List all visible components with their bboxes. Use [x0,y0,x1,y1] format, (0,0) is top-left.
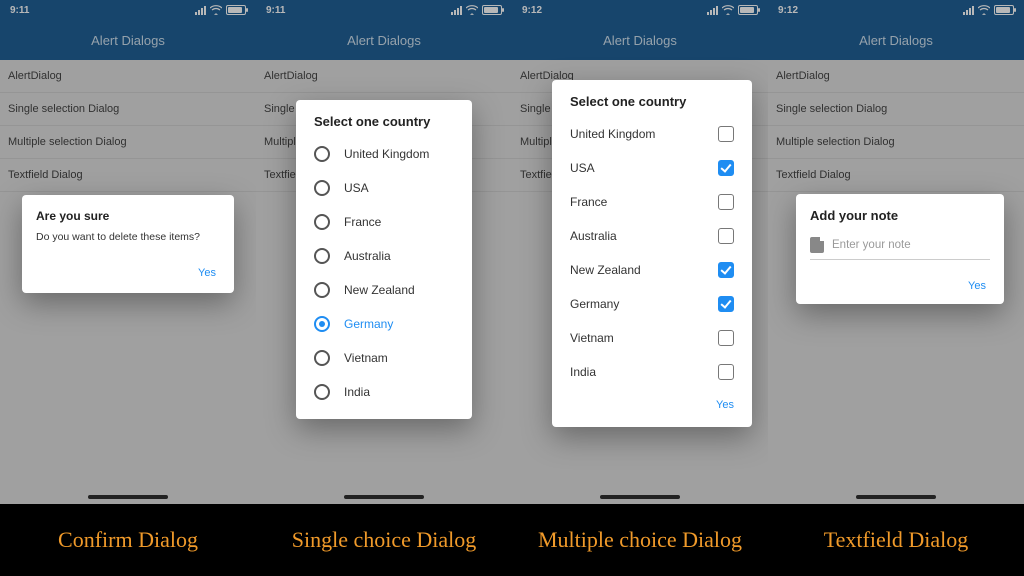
multi-select-dialog: Select one country United Kingdom USA Fr… [552,80,752,427]
radio-icon [314,214,330,230]
option-label: New Zealand [344,283,415,297]
checkbox-option[interactable]: France [552,185,752,219]
radio-icon [314,146,330,162]
option-label: USA [344,181,369,195]
phone-screen-confirm: 9:11 Alert Dialogs AlertDialog Single se… [0,0,256,504]
option-label: Vietnam [344,351,388,365]
phone-screen-multi: 9:12 Alert Dialogs AlertDialog Single Mu… [512,0,768,504]
radio-option[interactable]: Australia [296,239,472,273]
option-label: India [570,365,596,379]
radio-icon [314,350,330,366]
home-indicator[interactable] [600,495,680,499]
dialog-message: Do you want to delete these items? [36,231,220,243]
dialog-title: Select one country [552,94,752,117]
option-label: United Kingdom [570,127,655,141]
input-placeholder: Enter your note [832,239,911,251]
option-label: Germany [344,317,393,331]
radio-icon [314,282,330,298]
textfield-dialog: Add your note Enter your note Yes [796,194,1004,304]
radio-option[interactable]: India [296,375,472,409]
radio-option[interactable]: Vietnam [296,341,472,375]
option-label: Germany [570,297,619,311]
phone-screen-single: 9:11 Alert Dialogs AlertDialog Single se… [256,0,512,504]
checkbox-option[interactable]: Germany [552,287,752,321]
caption: Confirm Dialog [0,504,256,576]
radio-icon [314,248,330,264]
caption: Single choice Dialog [256,504,512,576]
checkbox-icon-checked [718,262,734,278]
checkbox-option[interactable]: United Kingdom [552,117,752,151]
radio-option-selected[interactable]: Germany [296,307,472,341]
checkbox-option[interactable]: Vietnam [552,321,752,355]
option-label: France [570,195,607,209]
radio-option[interactable]: United Kingdom [296,137,472,171]
option-label: United Kingdom [344,147,429,161]
home-indicator[interactable] [344,495,424,499]
checkbox-icon [718,364,734,380]
dialog-title: Add your note [810,208,990,223]
option-label: New Zealand [570,263,641,277]
option-label: France [344,215,381,229]
dialog-title: Are you sure [36,209,220,223]
phone-screen-textfield: 9:12 Alert Dialogs AlertDialog Single se… [768,0,1024,504]
radio-icon [314,384,330,400]
caption: Multiple choice Dialog [512,504,768,576]
caption: Textfield Dialog [768,504,1024,576]
note-icon [810,237,824,253]
option-label: India [344,385,370,399]
option-label: Vietnam [570,331,614,345]
home-indicator[interactable] [856,495,936,499]
checkbox-icon-checked [718,296,734,312]
checkbox-icon [718,194,734,210]
single-select-dialog: Select one country United Kingdom USA Fr… [296,100,472,419]
note-input[interactable]: Enter your note [810,237,990,260]
checkbox-icon-checked [718,160,734,176]
home-indicator[interactable] [88,495,168,499]
option-label: Australia [570,229,617,243]
option-label: Australia [344,249,391,263]
yes-button[interactable]: Yes [964,274,990,298]
confirm-dialog: Are you sure Do you want to delete these… [22,195,234,293]
radio-option[interactable]: France [296,205,472,239]
radio-icon [314,180,330,196]
checkbox-option[interactable]: New Zealand [552,253,752,287]
yes-button[interactable]: Yes [194,261,220,285]
checkbox-icon [718,126,734,142]
radio-option[interactable]: New Zealand [296,273,472,307]
checkbox-option[interactable]: Australia [552,219,752,253]
yes-button[interactable]: Yes [712,393,738,417]
dialog-title: Select one country [296,114,472,137]
radio-icon [314,316,330,332]
radio-option[interactable]: USA [296,171,472,205]
checkbox-icon [718,330,734,346]
checkbox-option[interactable]: USA [552,151,752,185]
option-label: USA [570,161,595,175]
checkbox-icon [718,228,734,244]
checkbox-option[interactable]: India [552,355,752,389]
